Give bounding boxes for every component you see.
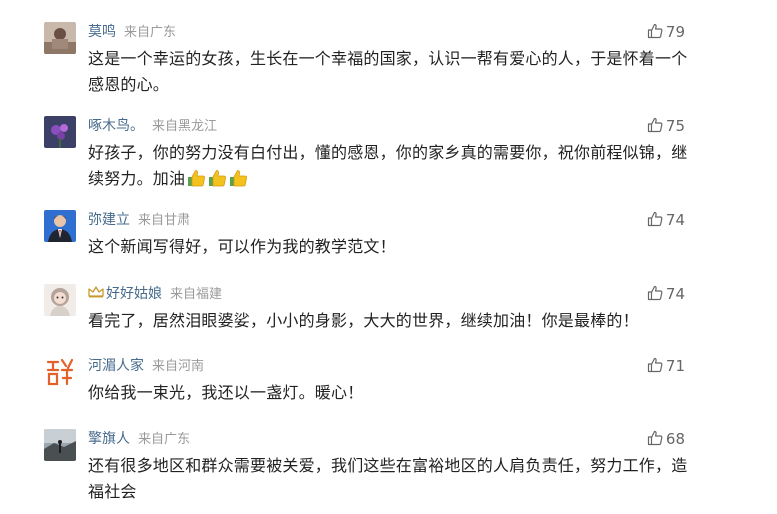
crown-icon	[88, 286, 104, 302]
user-name[interactable]: 擎旗人	[88, 431, 130, 447]
user-location: 来自广东	[138, 432, 191, 447]
user-location: 来自甘肃	[138, 213, 191, 228]
comment-text: 好孩子，你的努力没有白付出，懂的感恩，你的家乡真的需要你，祝你前程似锦，继续努力…	[88, 140, 698, 195]
like-count: 75	[665, 117, 685, 135]
user-location: 来自福建	[170, 287, 223, 302]
user-name[interactable]: 河湄人家	[88, 358, 144, 374]
like-count: 71	[665, 357, 685, 375]
like-button[interactable]: 74	[647, 210, 685, 230]
thumbs-up-outline-icon	[647, 430, 666, 448]
comment-text: 看完了，居然泪眼婆娑，小小的身影，大大的世界，继续加油！你是最棒的！	[88, 311, 639, 330]
thumbs-up-outline-icon	[647, 357, 666, 375]
thumbs-up-outline-icon	[647, 117, 666, 135]
comment-text: 你给我一束光，我还以一盏灯。暖心！	[88, 383, 364, 402]
like-button[interactable]: 68	[647, 429, 685, 449]
avatar[interactable]	[44, 22, 76, 54]
like-count: 74	[665, 211, 685, 229]
like-count: 79	[665, 23, 685, 41]
user-location: 来自河南	[152, 359, 205, 374]
thumbs-up-outline-icon	[647, 211, 666, 229]
thumbs-up-emoji	[186, 169, 206, 195]
like-button[interactable]: 74	[647, 284, 685, 304]
user-name[interactable]: 弥建立	[88, 212, 130, 228]
like-button[interactable]: 79	[647, 22, 685, 42]
avatar[interactable]	[44, 284, 76, 316]
avatar[interactable]	[44, 210, 76, 242]
user-name[interactable]: 好好姑娘	[106, 286, 162, 302]
like-count: 74	[665, 285, 685, 303]
thumbs-up-emoji	[228, 169, 248, 195]
thumbs-up-outline-icon	[647, 23, 666, 41]
comment-text: 这是一个幸运的女孩，生长在一个幸福的国家，认识一帮有爱心的人，于是怀着一个感恩的…	[88, 49, 688, 94]
avatar[interactable]	[44, 429, 76, 461]
avatar[interactable]	[44, 356, 76, 388]
like-button[interactable]: 75	[647, 116, 685, 136]
avatar[interactable]	[44, 116, 76, 148]
user-location: 来自广东	[124, 25, 177, 40]
thumbs-up-outline-icon	[647, 285, 666, 303]
like-button[interactable]: 71	[647, 356, 685, 376]
user-name[interactable]: 啄木鸟。	[88, 118, 144, 134]
comment-text: 这个新闻写得好，可以作为我的教学范文！	[88, 237, 396, 256]
like-count: 68	[665, 430, 685, 448]
thumbs-up-emoji	[207, 169, 227, 195]
comment-list: 莫鸣 来自广东 79 这是一个幸运的女孩，生长在一个幸福的国家，认识一帮有爱心的人…	[0, 0, 777, 514]
user-location: 来自黑龙江	[152, 119, 218, 134]
user-name[interactable]: 莫鸣	[88, 24, 116, 40]
comment-text: 还有很多地区和群众需要被关爱，我们这些在富裕地区的人肩负责任，努力工作，造福社会	[88, 456, 688, 501]
comment-text-body: 好孩子，你的努力没有白付出，懂的感恩，你的家乡真的需要你，祝你前程似锦，继续努力…	[88, 143, 688, 188]
